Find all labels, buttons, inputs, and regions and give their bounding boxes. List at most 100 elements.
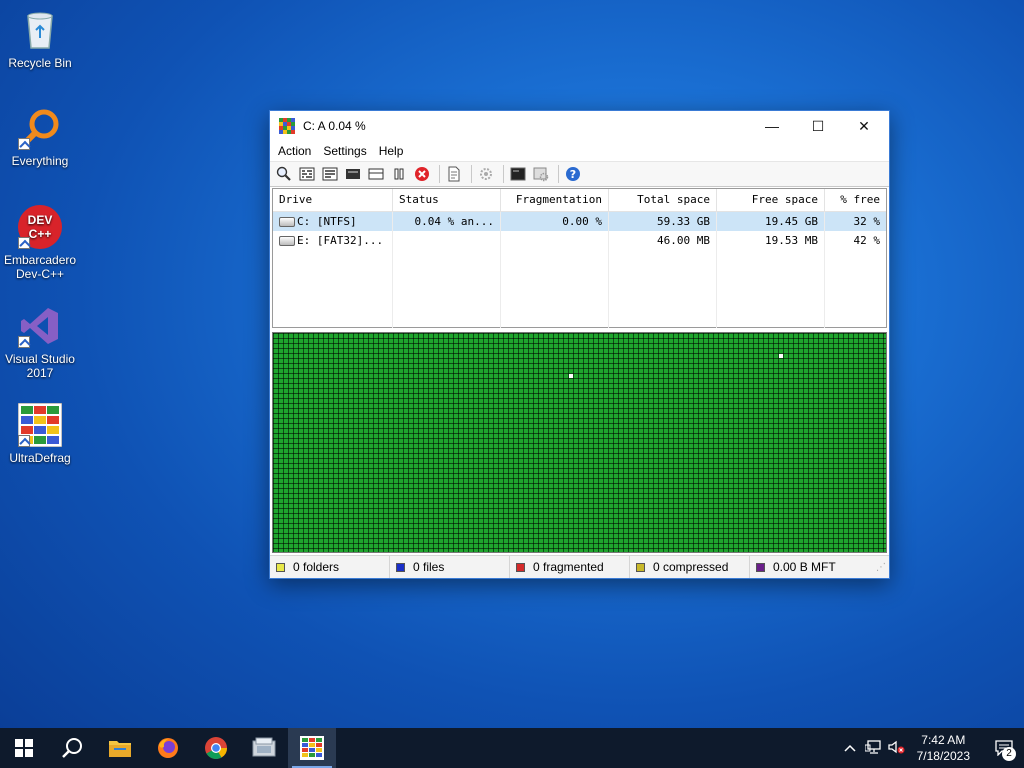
report-icon[interactable]: [444, 164, 464, 184]
taskbar-ultradefrag[interactable]: [288, 728, 336, 768]
windows-logo-icon: [15, 739, 33, 757]
firefox-icon: [158, 738, 178, 758]
menu-settings[interactable]: Settings: [317, 144, 372, 158]
system-tray: 7:42 AM 7/18/2023 2: [839, 728, 1024, 768]
status-fragmented: 0 fragmented: [510, 556, 630, 578]
pause-icon[interactable]: [389, 164, 409, 184]
stop-icon[interactable]: [412, 164, 432, 184]
column-total-space[interactable]: Total space: [609, 189, 717, 211]
desktop-icon-devcpp[interactable]: DEV C++ Embarcadero Dev-C++: [4, 205, 76, 281]
status-bar: 0 folders 0 files 0 fragmented 0 compres…: [270, 555, 889, 578]
mft-optimize-icon[interactable]: [366, 164, 386, 184]
start-button[interactable]: [0, 728, 48, 768]
window-title: C: A 0.04 %: [303, 119, 366, 133]
drive-list-empty-area: [273, 250, 886, 328]
visual-studio-icon: [18, 304, 62, 348]
taskbar-app[interactable]: [240, 728, 288, 768]
volume-muted-icon[interactable]: [885, 740, 909, 757]
free-space-cell: 19.53 MB: [717, 231, 825, 250]
app-icon: [252, 737, 276, 757]
recycle-bin-icon: [18, 8, 62, 52]
shortcut-arrow-icon: [18, 237, 30, 249]
full-optimize-icon[interactable]: [343, 164, 363, 184]
clock[interactable]: 7:42 AM 7/18/2023: [917, 732, 970, 764]
drive-cell: C: [NTFS]: [273, 212, 393, 231]
shortcut-arrow-icon: [18, 336, 30, 348]
resize-grip-icon[interactable]: ⋰: [876, 562, 886, 573]
drive-cell: E: [FAT32]...: [273, 231, 393, 250]
ultradefrag-window: C: A 0.04 % — ☐ ✕ Action Settings Help ?…: [269, 110, 890, 579]
devcpp-icon: DEV C++: [18, 205, 62, 249]
drive-row-c[interactable]: C: [NTFS] 0.04 % an... 0.00 % 59.33 GB 1…: [273, 212, 886, 231]
fragmented-legend-swatch: [516, 562, 525, 572]
status-compressed: 0 compressed: [630, 556, 750, 578]
boot-time-enable-icon[interactable]: [531, 164, 551, 184]
desktop-icon-label: Recycle Bin: [8, 56, 72, 70]
preferences-icon[interactable]: [476, 164, 496, 184]
network-icon[interactable]: [861, 739, 885, 757]
ultradefrag-taskbar-icon: [300, 736, 324, 760]
toolbar-separator: [503, 165, 504, 183]
column-fragmentation[interactable]: Fragmentation: [501, 189, 609, 211]
analyze-icon[interactable]: [274, 164, 294, 184]
status-folders: 0 folders: [270, 556, 390, 578]
free-cluster: [779, 354, 783, 358]
column-status[interactable]: Status: [393, 189, 501, 211]
status-cell: [393, 231, 501, 250]
status-fragmented-text: 0 fragmented: [533, 560, 604, 574]
desktop-icon-label: Visual Studio 2017: [5, 352, 75, 380]
desktop-icon-label: Everything: [11, 154, 69, 168]
desktop-icon-everything[interactable]: Everything: [4, 106, 76, 168]
drive-row-e[interactable]: E: [FAT32]... 46.00 MB 19.53 MB 42 %: [273, 231, 886, 250]
quick-optimize-icon[interactable]: [320, 164, 340, 184]
hard-drive-icon: [279, 236, 295, 246]
maximize-button[interactable]: ☐: [795, 111, 841, 141]
title-bar[interactable]: C: A 0.04 % — ☐ ✕: [270, 111, 889, 141]
mft-legend-swatch: [756, 562, 765, 572]
status-files-text: 0 files: [413, 560, 445, 574]
hard-drive-icon: [279, 217, 295, 227]
column-free-space[interactable]: Free space: [717, 189, 825, 211]
taskbar-file-explorer[interactable]: [96, 728, 144, 768]
file-explorer-icon: [109, 741, 131, 757]
free-space-cell: 19.45 GB: [717, 212, 825, 231]
desktop-icon-label: UltraDefrag: [9, 451, 71, 465]
shortcut-arrow-icon: [18, 138, 30, 150]
chevron-up-icon[interactable]: [839, 741, 861, 755]
defragment-icon[interactable]: [297, 164, 317, 184]
status-mft: 0.00 B MFT: [750, 556, 875, 578]
column-percent-free[interactable]: % free: [825, 189, 886, 211]
total-space-cell: 59.33 GB: [609, 212, 717, 231]
menu-action[interactable]: Action: [272, 144, 317, 158]
toolbar: ?: [270, 161, 889, 187]
desktop-icon-visual-studio[interactable]: Visual Studio 2017: [4, 304, 76, 380]
fragmentation-cell: 0.00 %: [501, 212, 609, 231]
taskbar: 7:42 AM 7/18/2023 2: [0, 728, 1024, 768]
status-compressed-text: 0 compressed: [653, 560, 729, 574]
fragmentation-cell: [501, 231, 609, 250]
menu-bar: Action Settings Help: [270, 141, 889, 161]
toolbar-separator: [471, 165, 472, 183]
desktop-icon-recycle-bin[interactable]: Recycle Bin: [4, 8, 76, 70]
taskbar-firefox[interactable]: [144, 728, 192, 768]
everything-icon: [18, 106, 62, 150]
boot-time-script-icon[interactable]: [508, 164, 528, 184]
ultradefrag-app-icon: [279, 118, 295, 134]
status-files: 0 files: [390, 556, 510, 578]
desktop-icon-label: Embarcadero Dev-C++: [4, 253, 77, 281]
clock-date: 7/18/2023: [916, 749, 970, 763]
help-icon[interactable]: ?: [563, 164, 583, 184]
close-button[interactable]: ✕: [841, 111, 887, 141]
minimize-button[interactable]: —: [749, 111, 795, 141]
compressed-legend-swatch: [636, 562, 645, 572]
status-mft-text: 0.00 B MFT: [773, 560, 836, 574]
search-button[interactable]: [48, 728, 96, 768]
clock-time: 7:42 AM: [921, 733, 966, 747]
desktop-icon-ultradefrag[interactable]: UltraDefrag: [4, 402, 76, 465]
menu-help[interactable]: Help: [373, 144, 410, 158]
taskbar-chrome[interactable]: [192, 728, 240, 768]
column-drive[interactable]: Drive: [273, 189, 393, 211]
status-folders-text: 0 folders: [293, 560, 340, 574]
toolbar-separator: [439, 165, 440, 183]
action-center-button[interactable]: 2: [984, 728, 1024, 768]
